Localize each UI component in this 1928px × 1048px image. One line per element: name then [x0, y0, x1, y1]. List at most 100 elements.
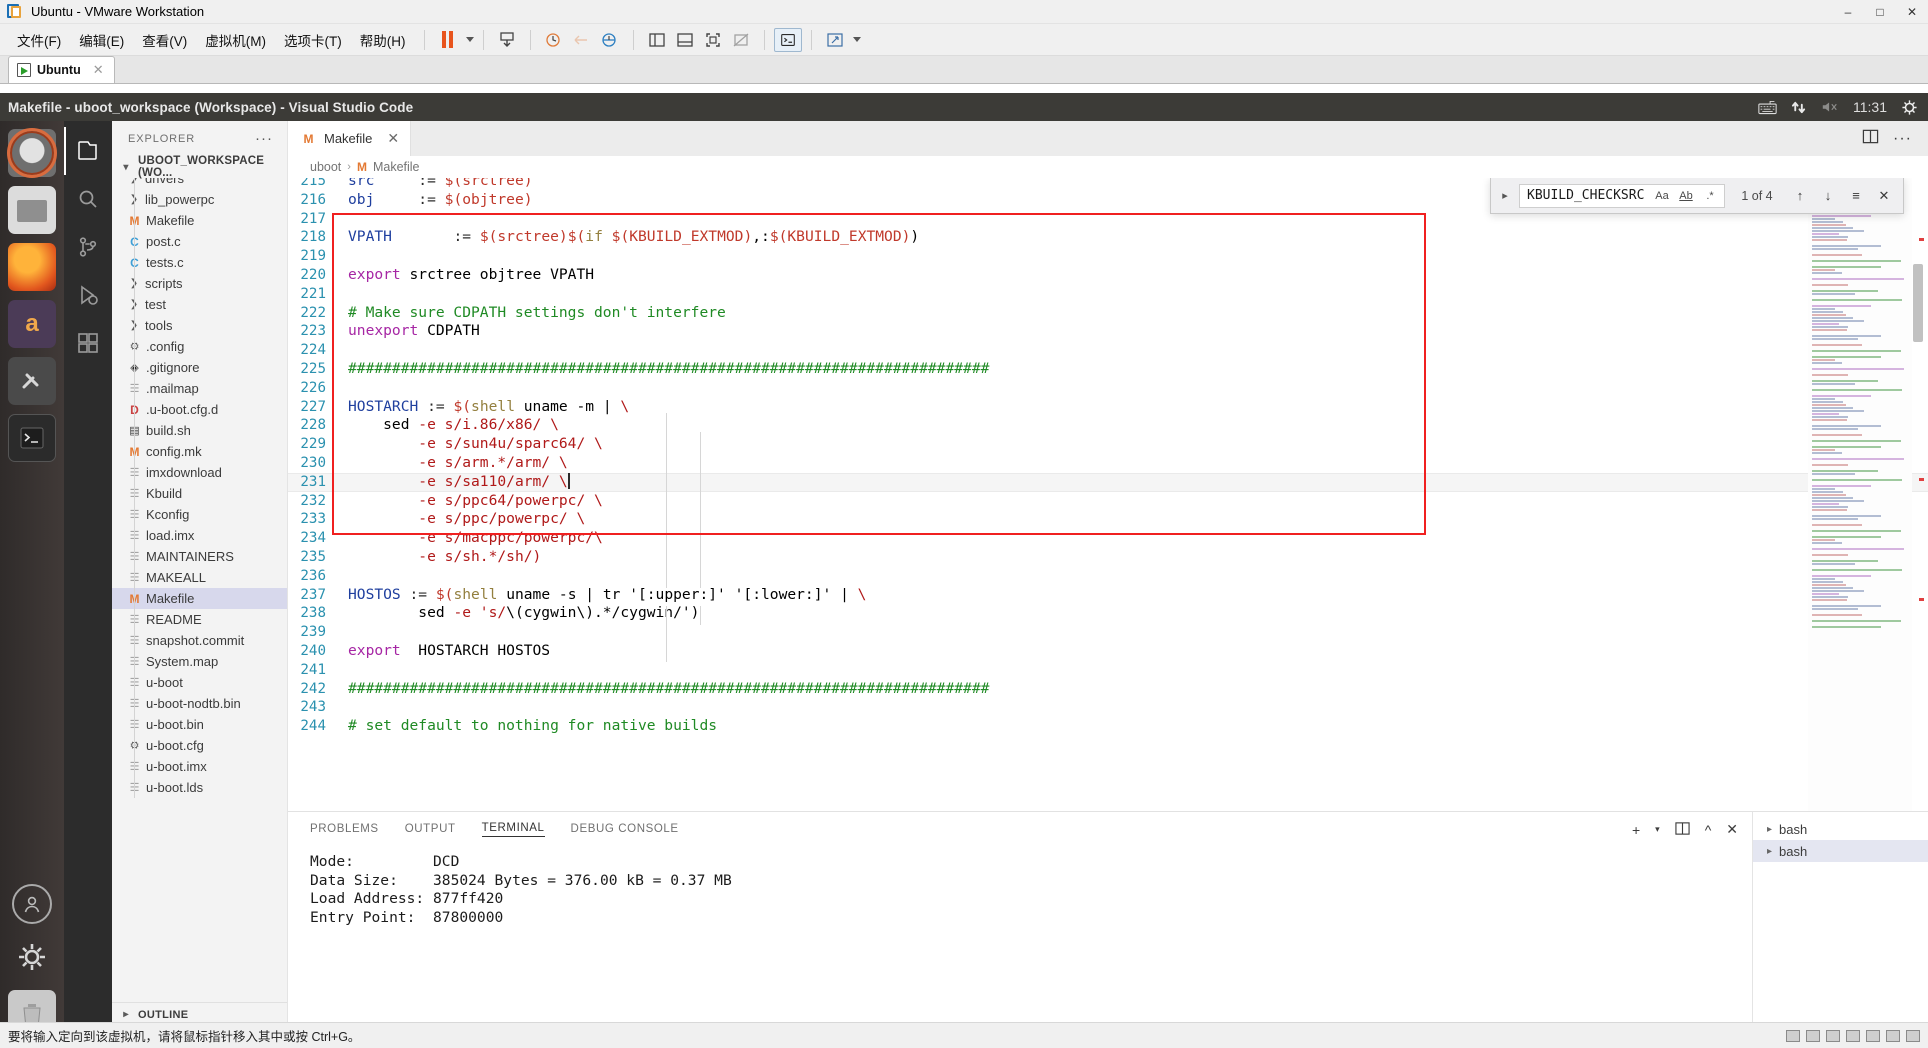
code-line[interactable]: 218 VPATH := $(srctree)$(if $(KBUILD_EXTM… [288, 228, 1928, 247]
editor-more-actions-icon[interactable]: ··· [1893, 130, 1912, 148]
file-tree-item[interactable]: ☰u-boot.bin [112, 714, 287, 735]
file-tree-item[interactable]: ◈.gitignore [112, 357, 287, 378]
terminal-list-item-selected[interactable]: ▸ bash [1753, 840, 1928, 862]
menu-tabs[interactable]: 选项卡(T) [275, 26, 351, 54]
file-tree-item[interactable]: ☰load.imx [112, 525, 287, 546]
file-tree-item[interactable]: ☰imxdownload [112, 462, 287, 483]
activity-search-icon[interactable] [64, 175, 112, 223]
panel-tab-debug-console[interactable]: DEBUG CONSOLE [571, 823, 679, 837]
file-tree-item[interactable]: ☰README [112, 609, 287, 630]
split-terminal-icon[interactable] [1675, 821, 1690, 839]
settings-icon[interactable] [8, 357, 56, 405]
firefox-icon[interactable] [8, 243, 56, 291]
match-case-option-icon[interactable]: Aa [1652, 186, 1672, 206]
code-line[interactable]: 230 -e s/arm.*/arm/ \ [288, 454, 1928, 473]
file-tree-item[interactable]: ❯drivers [112, 178, 287, 189]
editor-scrollbar-thumb[interactable] [1913, 264, 1923, 342]
file-tree-item[interactable]: ☰u-boot [112, 672, 287, 693]
code-line[interactable]: 220 export srctree objtree VPATH [288, 266, 1928, 285]
code-line[interactable]: 235 -e s/sh.*/sh/) [288, 548, 1928, 567]
power-dropdown-caret-icon[interactable] [465, 37, 474, 42]
snapshot-icon[interactable] [493, 28, 521, 52]
code-line[interactable]: 225 #####################################… [288, 360, 1928, 379]
full-screen-icon[interactable] [699, 28, 727, 52]
files-icon[interactable] [8, 186, 56, 234]
power-gear-icon[interactable] [1901, 99, 1918, 116]
chevron-down-icon[interactable]: ▾ [118, 162, 134, 173]
file-tree-item[interactable]: ☰MAKEALL [112, 567, 287, 588]
code-line[interactable]: 226 [288, 379, 1928, 398]
file-tree-item[interactable]: ❯lib_powerpc [112, 189, 287, 210]
stretch-caret-icon[interactable] [852, 37, 861, 42]
code-line[interactable]: 242 #####################################… [288, 680, 1928, 699]
breadcrumb-uboot[interactable]: uboot [310, 160, 341, 174]
file-tree-item[interactable]: ☰snapshot.commit [112, 630, 287, 651]
find-input[interactable]: KBUILD_CHECKSRC Aa Ab .* [1519, 183, 1725, 208]
code-line[interactable]: 233 -e s/ppc/powerpc/ \ [288, 510, 1928, 529]
terminal-icon[interactable] [8, 414, 56, 462]
maximize-panel-icon[interactable]: ^ [1705, 822, 1712, 838]
file-tree-item[interactable]: ☰System.map [112, 651, 287, 672]
file-tree-item[interactable]: ❯test [112, 294, 287, 315]
take-snapshot-icon[interactable] [540, 28, 568, 52]
file-tree-item[interactable]: ☰u-boot.lds [112, 777, 287, 798]
explorer-more-actions-icon[interactable]: ··· [255, 130, 273, 147]
code-line[interactable]: 219 [288, 247, 1928, 266]
vm-tab-ubuntu[interactable]: Ubuntu ✕ [8, 56, 115, 83]
code-line[interactable]: 224 [288, 341, 1928, 360]
user-account-icon[interactable] [12, 884, 52, 924]
pause-icon[interactable] [434, 28, 462, 52]
sound-status-icon[interactable] [1866, 1029, 1880, 1042]
snapshot-manager-icon[interactable] [596, 28, 624, 52]
code-editor[interactable]: 215 src := $(srctree) 216 obj := $(objtree)… [288, 178, 1928, 811]
close-find-button[interactable]: ✕ [1873, 185, 1895, 207]
dash-home-icon[interactable] [7, 128, 57, 178]
file-tree-item[interactable]: Mconfig.mk [112, 441, 287, 462]
menu-help[interactable]: 帮助(H) [351, 26, 415, 54]
file-tree-item[interactable]: ❯scripts [112, 273, 287, 294]
code-line[interactable]: 238 sed -e 's/\(cygwin\).*/cygwin/') [288, 604, 1928, 623]
amazon-icon[interactable]: a [8, 300, 56, 348]
code-line[interactable]: 234 -e s/macppc/powerpc/\ [288, 529, 1928, 548]
code-line[interactable]: 241 [288, 661, 1928, 680]
new-terminal-icon[interactable]: + [1632, 822, 1640, 838]
file-tree[interactable]: ❯drivers❯lib_powerpcMMakefileCpost.cCtes… [112, 178, 287, 1002]
show-thumbnails-icon[interactable] [671, 28, 699, 52]
file-tree-item[interactable]: ☰.mailmap [112, 378, 287, 399]
menu-file[interactable]: 文件(F) [8, 26, 70, 54]
menu-edit[interactable]: 编辑(E) [70, 26, 133, 54]
find-in-selection-button[interactable]: ≡ [1845, 185, 1867, 207]
code-line[interactable]: 240 export HOSTARCH HOSTOS [288, 642, 1928, 661]
menu-view[interactable]: 查看(V) [133, 26, 196, 54]
activity-extensions-icon[interactable] [64, 319, 112, 367]
code-line[interactable]: 237 HOSTOS := $(shell uname -s | tr '[:up… [288, 586, 1928, 605]
file-tree-item[interactable]: ☰Kconfig [112, 504, 287, 525]
toggle-replace-chevron-icon[interactable]: ▸ [1497, 189, 1513, 202]
file-tree-item[interactable]: ⚙u-boot.cfg [112, 735, 287, 756]
editor-tab-makefile[interactable]: M Makefile ✕ [288, 121, 412, 156]
code-line[interactable]: 231 -e s/sa110/arm/ \ [288, 472, 1928, 492]
panel-tab-output[interactable]: OUTPUT [405, 823, 456, 837]
activity-explorer-icon[interactable] [64, 127, 112, 175]
code-line[interactable]: 227 HOSTARCH := $(shell uname -m | \ [288, 398, 1928, 417]
code-line[interactable]: 244 # set default to nothing for native b… [288, 717, 1928, 736]
cd-status-icon[interactable] [1806, 1029, 1820, 1042]
console-view-icon[interactable] [773, 27, 802, 52]
split-editor-icon[interactable] [1862, 128, 1879, 150]
maximize-button[interactable]: □ [1864, 0, 1896, 24]
ubuntu-clock[interactable]: 11:31 [1853, 99, 1887, 115]
minimap[interactable] [1808, 178, 1912, 811]
code-line[interactable]: 229 -e s/sun4u/sparc64/ \ [288, 435, 1928, 454]
terminal-output[interactable]: Mode: DCD Data Size: 385024 Bytes = 376.… [288, 847, 1752, 1026]
chevron-right-icon[interactable]: ▸ [118, 1009, 134, 1020]
terminal-list-item[interactable]: ▸ bash [1753, 818, 1928, 840]
file-tree-item[interactable]: ☰u-boot-nodtb.bin [112, 693, 287, 714]
file-tree-item[interactable]: ❯tools [112, 315, 287, 336]
code-line[interactable]: 236 [288, 567, 1928, 586]
vm-tab-close-icon[interactable]: ✕ [93, 62, 104, 78]
panel-tab-problems[interactable]: PROBLEMS [310, 823, 379, 837]
code-line[interactable]: 232 -e s/ppc64/powerpc/ \ [288, 492, 1928, 511]
close-button[interactable]: ✕ [1896, 0, 1928, 24]
file-tree-item[interactable]: MMakefile [112, 588, 287, 609]
find-widget[interactable]: ▸ KBUILD_CHECKSRC Aa Ab .* 1 of 4 ↑ ↓ ≡ [1490, 178, 1904, 214]
